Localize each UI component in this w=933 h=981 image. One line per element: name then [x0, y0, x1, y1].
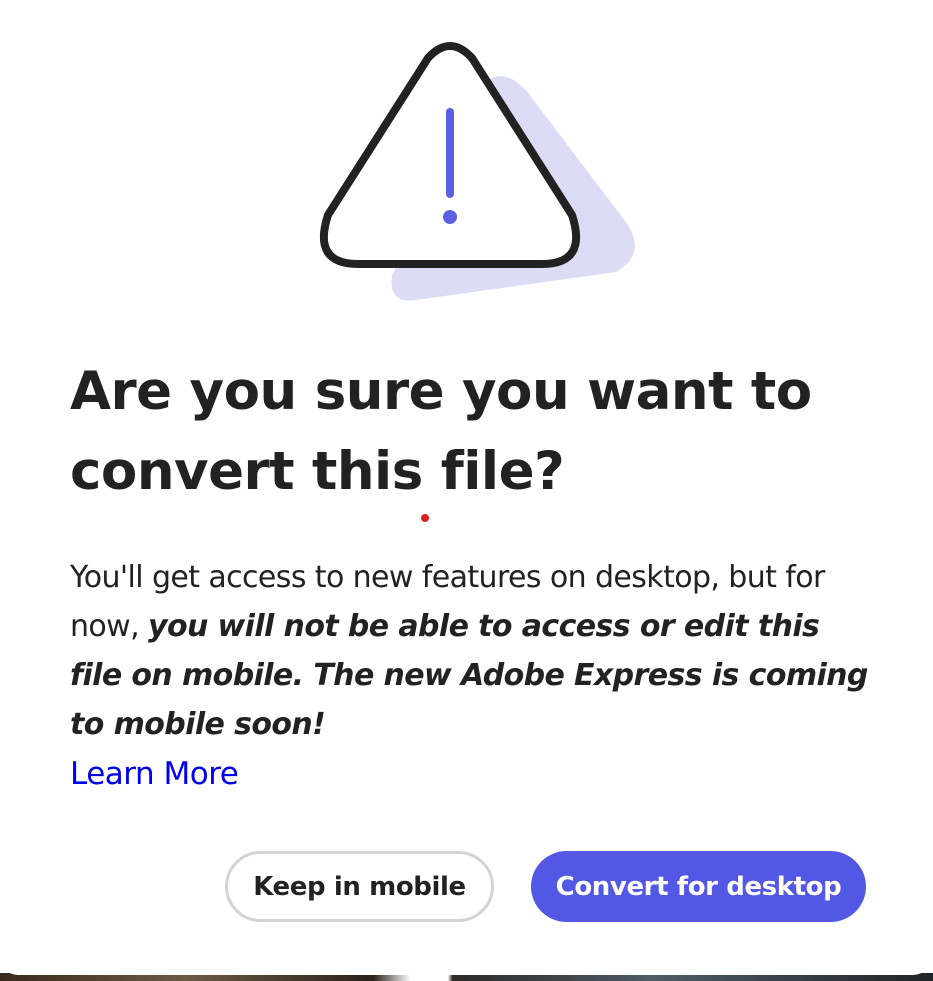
exclamation-dot: [443, 210, 457, 224]
dialog-title: Are you sure you want to convert this fi…: [70, 361, 812, 502]
warning-triangle-icon: [319, 42, 635, 301]
keep-in-mobile-button[interactable]: Keep in mobile: [225, 851, 494, 922]
convert-for-desktop-button[interactable]: Convert for desktop: [531, 851, 866, 922]
dialog-body: You'll get access to new features on des…: [70, 553, 870, 749]
convert-file-dialog: Are you sure you want to convert this fi…: [0, 0, 931, 975]
cursor-dot: [421, 514, 429, 522]
learn-more-link[interactable]: Learn More: [70, 750, 239, 799]
body-text-emphasis: you will not be able to access or edit t…: [70, 609, 868, 742]
